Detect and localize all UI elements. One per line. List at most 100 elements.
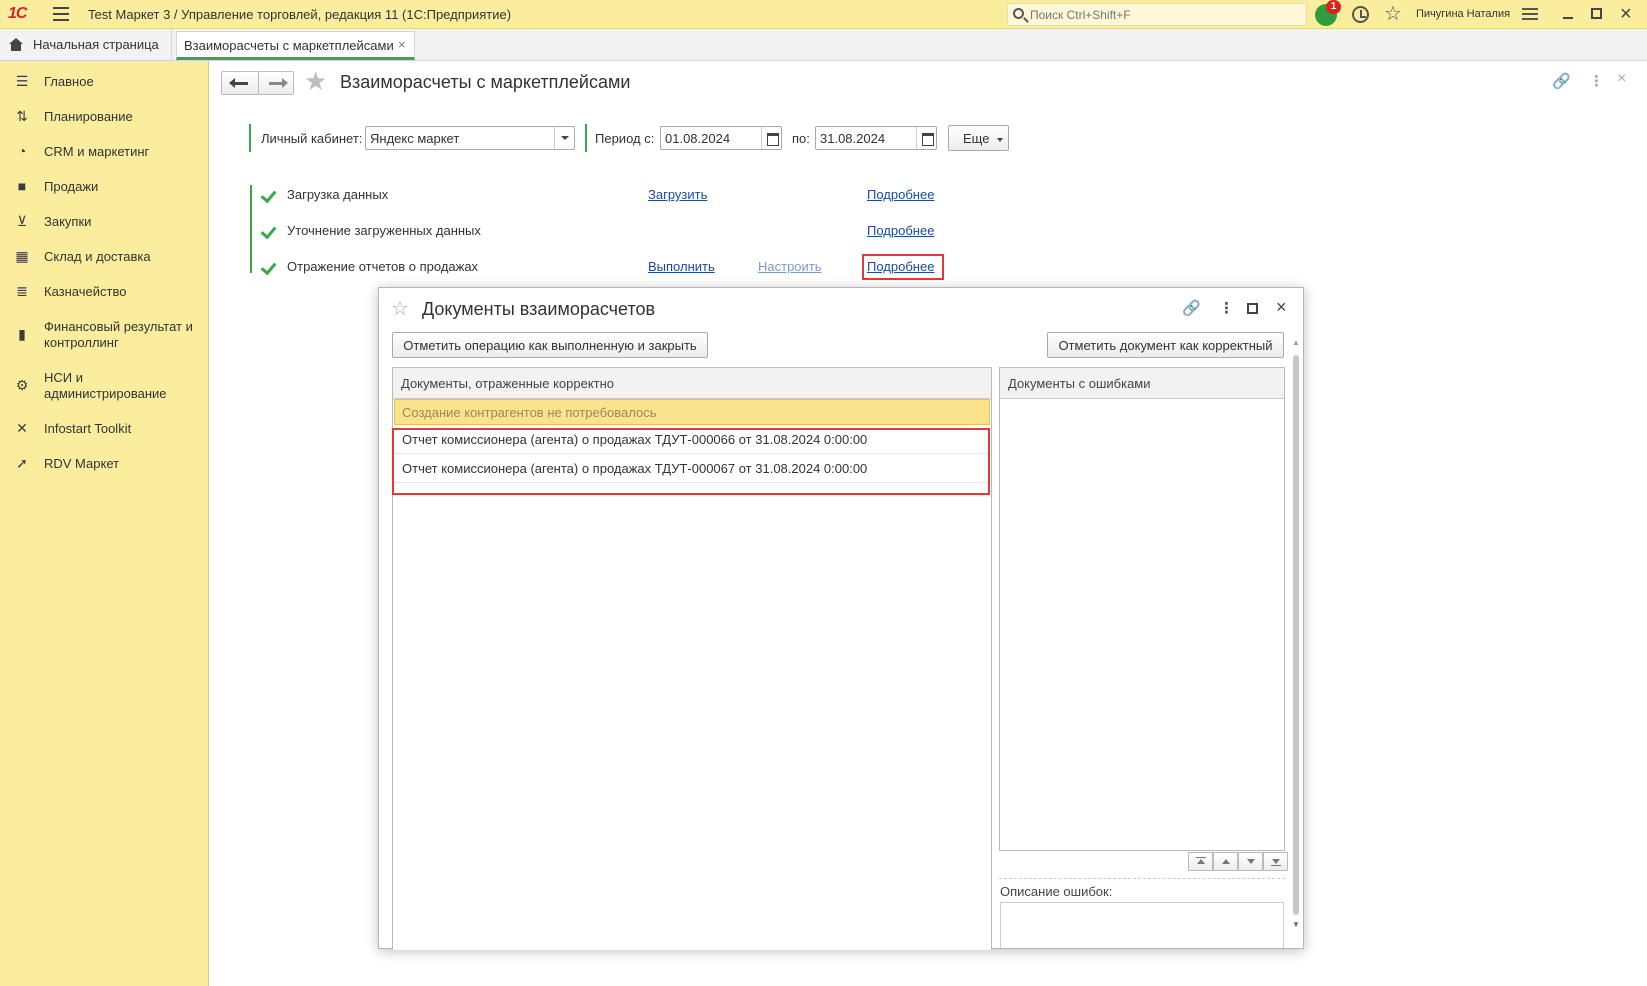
warehouse-icon: ▦ bbox=[15, 248, 29, 264]
move-top-button[interactable] bbox=[1188, 852, 1213, 871]
tab-close-icon[interactable]: × bbox=[398, 37, 406, 52]
home-icon bbox=[9, 38, 23, 51]
sidebar-item-admin[interactable]: ⚙ НСИ и администрирование bbox=[0, 368, 209, 404]
crm-icon: ◔ bbox=[17, 143, 27, 159]
favorite-star-icon[interactable]: ★ bbox=[304, 66, 327, 96]
checkmark-icon bbox=[262, 190, 276, 200]
mark-done-button[interactable]: Отметить операцию как выполненную и закр… bbox=[392, 332, 708, 358]
dialog-close-icon[interactable]: × bbox=[1276, 297, 1287, 318]
search-icon bbox=[1013, 8, 1024, 19]
search-input[interactable] bbox=[1030, 6, 1300, 24]
link-icon[interactable]: 🔗 bbox=[1182, 299, 1201, 317]
maximize-icon[interactable] bbox=[1247, 303, 1258, 314]
checkmark-icon bbox=[262, 262, 276, 272]
sidebar-item-warehouse[interactable]: ▦ Склад и доставка bbox=[0, 247, 209, 267]
sidebar-item-label: Продажи bbox=[44, 179, 99, 194]
move-down-button[interactable] bbox=[1238, 852, 1263, 871]
sidebar-item-crm[interactable]: ◔ CRM и маркетинг bbox=[0, 142, 209, 162]
back-button[interactable] bbox=[221, 71, 259, 95]
error-description-field[interactable] bbox=[1000, 902, 1284, 948]
forward-button[interactable] bbox=[258, 71, 294, 95]
sidebar-item-purchases[interactable]: ⊻ Закупки bbox=[0, 212, 209, 232]
checkmark-icon bbox=[262, 226, 276, 236]
mark-correct-button[interactable]: Отметить документ как корректный bbox=[1047, 332, 1284, 358]
separator bbox=[999, 878, 1285, 879]
window-close-button[interactable]: × bbox=[1620, 4, 1632, 24]
details-link-2[interactable]: Подробнее bbox=[867, 223, 934, 238]
search-box[interactable] bbox=[1007, 3, 1307, 26]
arrow-left-icon bbox=[229, 78, 248, 88]
step-refine-label: Уточнение загруженных данных bbox=[287, 223, 481, 238]
errors-panel-header: Документы с ошибками bbox=[1008, 376, 1151, 391]
move-bottom-button[interactable] bbox=[1263, 852, 1288, 871]
coins-icon: ≣ bbox=[16, 283, 28, 299]
calendar-icon[interactable] bbox=[761, 127, 781, 149]
period-to-field[interactable]: 31.08.2024 bbox=[815, 126, 937, 150]
details-link-1[interactable]: Подробнее bbox=[867, 187, 934, 202]
link-icon[interactable]: 🔗 bbox=[1552, 72, 1571, 90]
account-label: Личный кабинет: bbox=[261, 131, 363, 146]
user-name[interactable]: Пичугина Наталия bbox=[1416, 8, 1510, 20]
sidebar-item-financial-result[interactable]: ▮ Финансовый результат и контроллинг bbox=[0, 317, 209, 353]
title-bar: 1С Test Маркет 3 / Управление торговлей,… bbox=[0, 0, 1647, 29]
period-to-value: 31.08.2024 bbox=[820, 131, 886, 146]
execute-link[interactable]: Выполнить bbox=[648, 259, 715, 274]
table-row-highlight[interactable]: Создание контрагентов не потребовалось bbox=[394, 399, 990, 425]
sidebar-item-label: Закупки bbox=[44, 214, 92, 229]
sidebar-item-label: Infostart Toolkit bbox=[44, 421, 132, 436]
configure-link[interactable]: Настроить bbox=[758, 259, 822, 274]
more-actions-icon[interactable]: ⋮ bbox=[1219, 299, 1234, 317]
period-from-label: Период с: bbox=[595, 131, 655, 146]
page-title: Взаиморасчеты с маркетплейсами bbox=[340, 72, 631, 92]
more-actions-icon[interactable]: ⋮ bbox=[1589, 72, 1604, 90]
sidebar-item-planning[interactable]: ⇅ Планирование bbox=[0, 107, 209, 127]
history-icon[interactable] bbox=[1352, 6, 1369, 23]
dialog-title: Документы взаиморасчетов bbox=[422, 299, 656, 319]
highlight-frame-details bbox=[862, 254, 944, 280]
error-description-label: Описание ошибок: bbox=[1000, 884, 1113, 899]
sidebar-item-label: Главное bbox=[44, 74, 94, 89]
form-close-icon[interactable]: × bbox=[1617, 70, 1626, 88]
sidebar-item-rdv-market[interactable]: ➚ RDV Маркет bbox=[0, 454, 209, 474]
scroll-up-icon[interactable]: ▲ bbox=[1292, 338, 1300, 347]
tab-bar: Начальная страница Взаиморасчеты с марке… bbox=[0, 29, 1647, 61]
sidebar-item-label: Склад и доставка bbox=[44, 249, 151, 264]
1c-logo: 1С bbox=[8, 5, 27, 22]
period-from-value: 01.08.2024 bbox=[665, 131, 731, 146]
sidebar-item-label: CRM и маркетинг bbox=[44, 144, 150, 159]
period-from-field[interactable]: 01.08.2024 bbox=[660, 126, 782, 150]
more-button[interactable]: Еще bbox=[948, 125, 1009, 151]
favorite-star-icon[interactable]: ☆ bbox=[391, 298, 409, 320]
sidebar-item-treasury[interactable]: ≣ Казначейство bbox=[0, 282, 209, 302]
tab-home-label: Начальная страница bbox=[33, 37, 159, 52]
gear-icon: ⚙ bbox=[15, 377, 29, 393]
sidebar-item-label: НСИ и администрирование bbox=[44, 370, 167, 401]
move-up-button[interactable] bbox=[1213, 852, 1238, 871]
favorites-star-icon[interactable]: ☆ bbox=[1384, 3, 1402, 25]
tab-home[interactable]: Начальная страница bbox=[0, 29, 172, 60]
tab-marketplace-settlements[interactable]: Взаиморасчеты с маркетплейсами × bbox=[176, 31, 415, 60]
sidebar-item-label: Казначейство bbox=[44, 284, 127, 299]
minimize-button[interactable] bbox=[1560, 6, 1576, 22]
cart-icon: ⊻ bbox=[16, 213, 28, 229]
calendar-icon[interactable] bbox=[916, 127, 936, 149]
main-menu-icon[interactable] bbox=[53, 7, 69, 21]
scrollbar-thumb[interactable] bbox=[1293, 355, 1299, 915]
highlight-row-text: Создание контрагентов не потребовалось bbox=[402, 405, 657, 420]
account-select[interactable]: Яндекс маркет bbox=[365, 126, 575, 150]
settings-menu-icon[interactable] bbox=[1522, 8, 1538, 20]
mark-correct-label: Отметить документ как корректный bbox=[1058, 338, 1273, 353]
sidebar-item-sales[interactable]: ■ Продажи bbox=[0, 177, 209, 197]
scroll-down-icon[interactable]: ▼ bbox=[1292, 920, 1300, 929]
arrow-right-icon bbox=[269, 78, 288, 88]
sidebar-item-main[interactable]: ☰ Главное bbox=[0, 72, 209, 92]
highlight-frame-rows bbox=[392, 428, 990, 495]
load-link[interactable]: Загрузить bbox=[648, 187, 707, 202]
correct-panel-header: Документы, отраженные корректно bbox=[401, 376, 615, 391]
bar-chart-icon: ▮ bbox=[18, 326, 26, 342]
maximize-button[interactable] bbox=[1591, 8, 1602, 19]
notification-count-badge: 1 bbox=[1326, 0, 1341, 14]
app-title: Test Маркет 3 / Управление торговлей, ре… bbox=[88, 7, 512, 22]
dropdown-icon[interactable] bbox=[554, 127, 574, 149]
sidebar-item-infostart-toolkit[interactable]: ✕ Infostart Toolkit bbox=[0, 419, 209, 439]
